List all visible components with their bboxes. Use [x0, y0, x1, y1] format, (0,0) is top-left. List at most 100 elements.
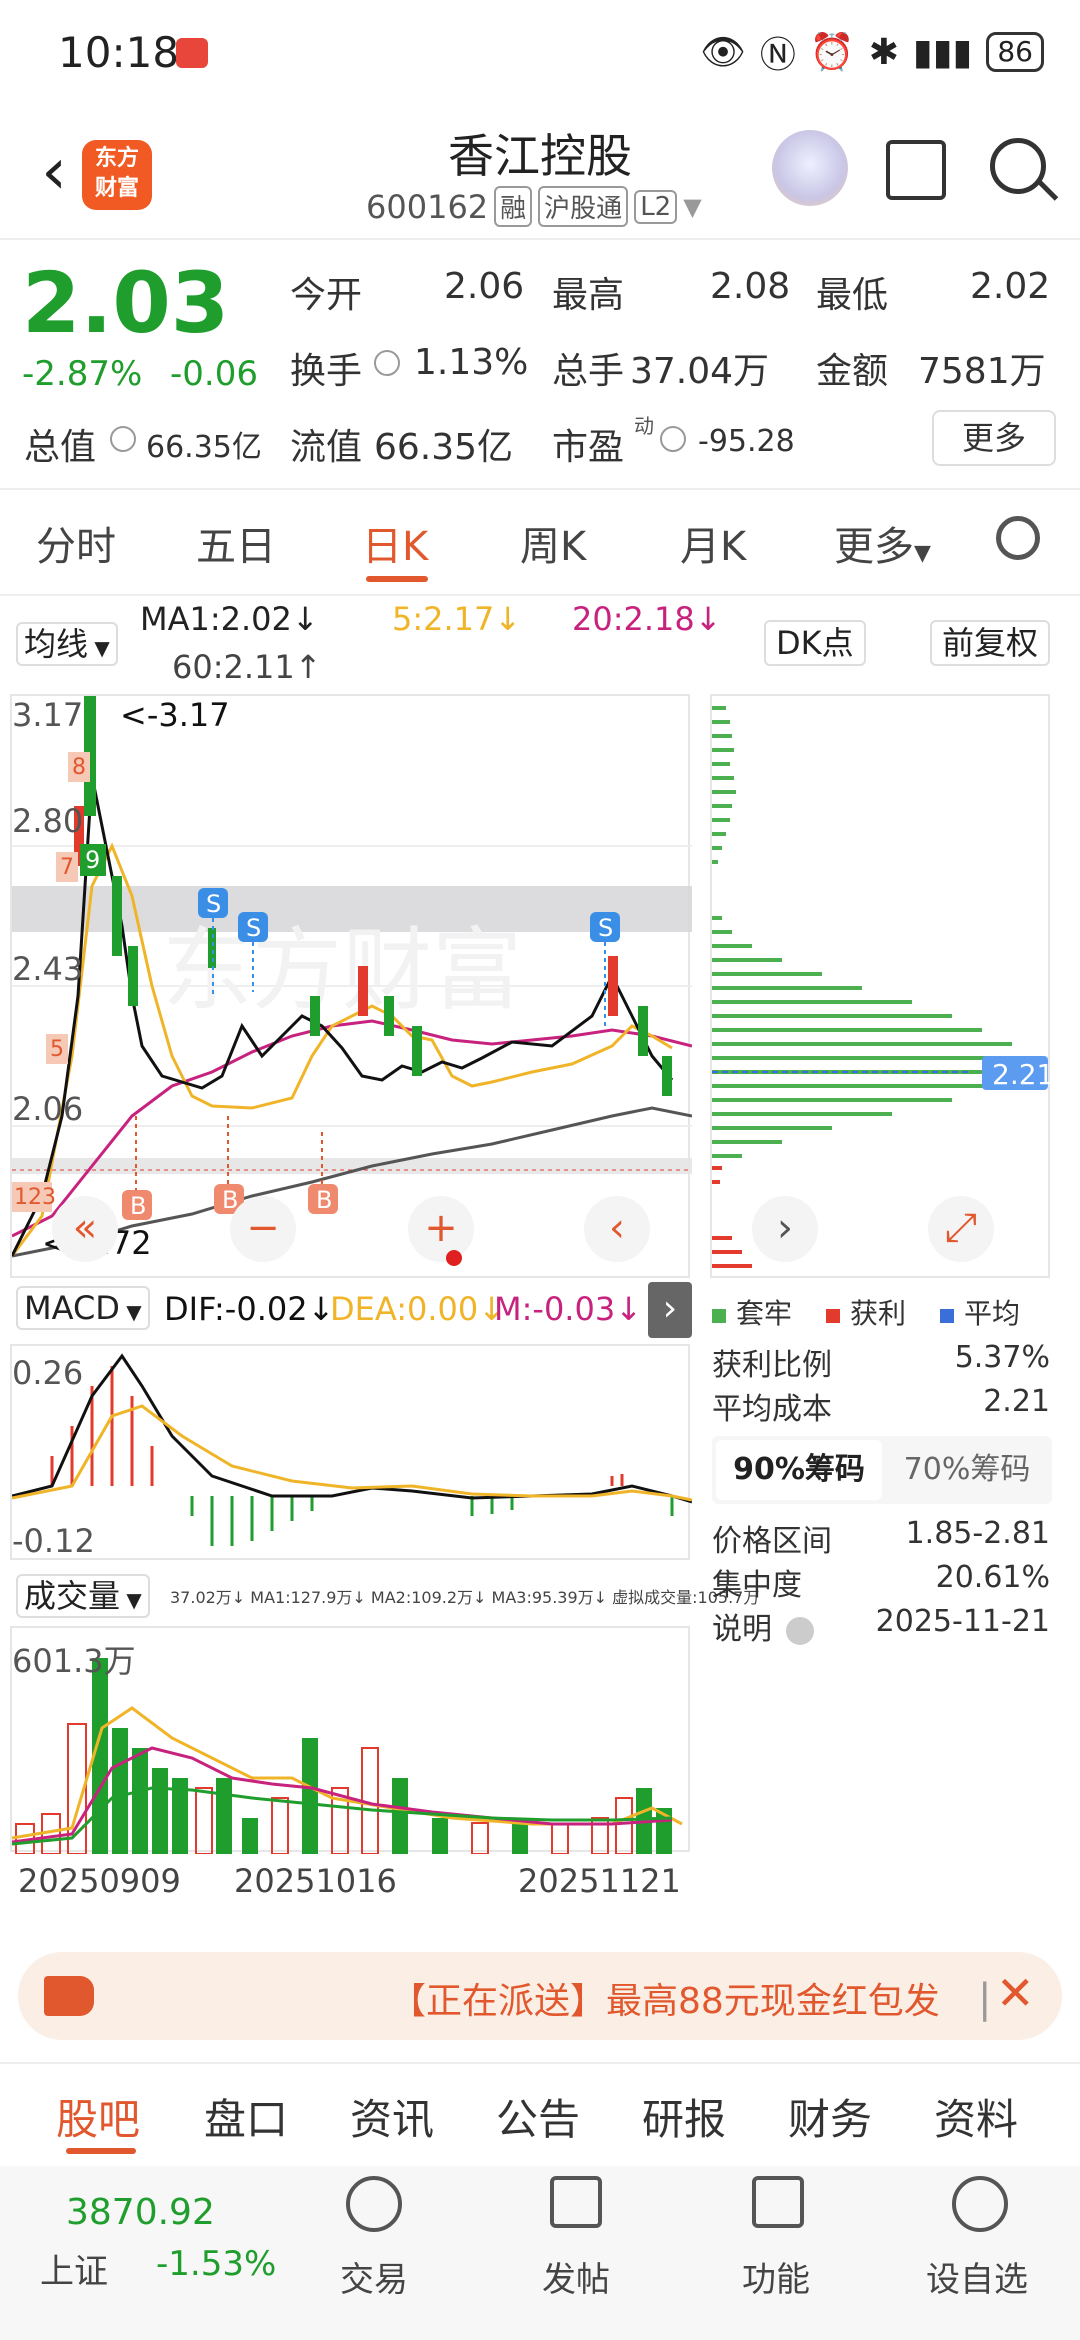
- dk-point-button[interactable]: DK点: [764, 620, 866, 666]
- add-watchlist-label[interactable]: 设自选: [926, 2252, 1028, 2301]
- tab-profile[interactable]: 资料: [934, 2086, 1018, 2147]
- share-icon[interactable]: [886, 140, 946, 200]
- low-label: 最低: [816, 275, 889, 316]
- chip-stat-value: 20.61%: [935, 1560, 1050, 1595]
- caret-down-icon: ▼: [88, 636, 110, 660]
- battery-icon: 86: [986, 32, 1044, 72]
- ma20-value: 20:2.18↓: [572, 600, 722, 638]
- high-mark: <-3.17: [120, 696, 230, 734]
- ma-selector[interactable]: 均线 ▼: [16, 622, 118, 666]
- tabs-divider: [0, 594, 1080, 596]
- change-percent: -2.87%: [22, 354, 143, 394]
- tab-chip-70[interactable]: 70%筹码: [884, 1440, 1050, 1500]
- chevron-down-icon[interactable]: ▼: [683, 193, 701, 221]
- grid-icon[interactable]: [752, 2176, 804, 2228]
- quote-divider: [0, 488, 1080, 490]
- volume-panel[interactable]: 601.3万: [10, 1626, 690, 1855]
- more-quote-button[interactable]: 更多: [932, 410, 1056, 466]
- high-value: 2.08: [710, 266, 791, 307]
- tab-announcement[interactable]: 公告: [496, 2086, 580, 2147]
- chip-stat-value: 5.37%: [954, 1340, 1050, 1375]
- caret-down-icon: ▼: [120, 1588, 142, 1612]
- expand-icon[interactable]: ⤢: [928, 1196, 994, 1262]
- index-change[interactable]: -1.53%: [156, 2244, 276, 2284]
- macd-panel[interactable]: 0.26 -0.12: [10, 1344, 693, 1560]
- active-bottom-tab-underline: [66, 2148, 136, 2154]
- chip-stat-row: 获利比例 5.37%: [712, 1340, 1050, 1384]
- turnover-label: 换手: [290, 351, 363, 392]
- caret-down-icon: ▼: [119, 1300, 142, 1324]
- current-price: 2.03: [22, 254, 230, 352]
- info-icon[interactable]: [374, 350, 400, 376]
- tab-news[interactable]: 资讯: [350, 2086, 434, 2147]
- tab-finance[interactable]: 财务: [788, 2086, 872, 2147]
- kline-panel[interactable]: 东方财富 S S S B B B 9 8 7 5 123 3.17 2.80 2…: [10, 694, 693, 1278]
- scroll-right-button[interactable]: ›: [752, 1196, 818, 1262]
- legend-label: 平均: [964, 1297, 1021, 1330]
- chip-stat-label: 集中度: [712, 1568, 802, 1603]
- close-icon[interactable]: ✕: [996, 1966, 1035, 2020]
- index-value[interactable]: 3870.92: [66, 2192, 215, 2233]
- tab-weekly-k[interactable]: 周K: [520, 514, 586, 572]
- mktcap-label: 总值: [24, 427, 97, 468]
- search-icon[interactable]: [990, 138, 1046, 194]
- zoom-out-button[interactable]: −: [230, 1196, 296, 1262]
- tab-chip-90[interactable]: 90%筹码: [716, 1440, 882, 1500]
- tab-five-day[interactable]: 五日: [196, 514, 276, 572]
- tab-pankou[interactable]: 盘口: [204, 2086, 288, 2147]
- dea-value: DEA:0.00↓: [330, 1290, 506, 1328]
- collapse-arrow-icon[interactable]: ›: [648, 1282, 692, 1338]
- tag-level2: L2: [634, 189, 678, 224]
- trade-label[interactable]: 交易: [340, 2252, 408, 2301]
- more-icon[interactable]: [952, 2176, 1008, 2232]
- sell-mark: S: [598, 914, 613, 942]
- function-label[interactable]: 功能: [742, 2252, 810, 2301]
- scroll-left-button[interactable]: ‹: [584, 1196, 650, 1262]
- edit-icon[interactable]: [550, 2176, 602, 2228]
- chip-stat-value: 2.21: [983, 1384, 1050, 1419]
- tab-guba[interactable]: 股吧: [56, 2086, 140, 2147]
- divider-bar: |: [978, 1976, 992, 2022]
- m-value: M:-0.03↓: [494, 1290, 642, 1328]
- tab-monthly-k[interactable]: 月K: [680, 514, 746, 572]
- ma1-value: MA1:2.02↓: [140, 600, 319, 638]
- status-time: 10:18: [58, 28, 180, 77]
- megaphone-icon: [44, 1976, 94, 2016]
- tag-connect: 沪股通: [538, 186, 629, 227]
- ma-selector-label: 均线: [24, 625, 89, 663]
- macd-chart: [11, 1353, 693, 1546]
- tab-intraday[interactable]: 分时: [36, 514, 116, 572]
- date-label: 20251121: [518, 1862, 681, 1900]
- chip-panel[interactable]: 2.21 › ⤢: [710, 694, 1054, 1278]
- macd-selector[interactable]: MACD ▼: [16, 1286, 150, 1330]
- gear-icon[interactable]: [996, 516, 1040, 560]
- post-label[interactable]: 发帖: [542, 2252, 610, 2301]
- amount-value: 7581万: [918, 351, 1046, 392]
- tab-research[interactable]: 研报: [642, 2086, 726, 2147]
- open-value: 2.06: [444, 266, 525, 307]
- tab-more-label: 更多: [834, 524, 914, 570]
- rewind-icon[interactable]: «: [52, 1196, 118, 1262]
- volume-selector[interactable]: 成交量 ▼: [16, 1574, 150, 1618]
- chip-stat-value: 1.85-2.81: [905, 1516, 1050, 1551]
- red-dot: [446, 1250, 462, 1266]
- info-icon[interactable]: [110, 426, 136, 452]
- chip-price-mark: 2.21: [992, 1058, 1055, 1091]
- index-name[interactable]: 上证: [40, 2244, 108, 2293]
- promo-text[interactable]: 【正在派送】最高88元现金红包发: [390, 1972, 940, 2024]
- tab-more[interactable]: 更多▼: [834, 514, 931, 572]
- trade-icon[interactable]: [346, 2176, 402, 2232]
- adjust-button[interactable]: 前复权: [930, 620, 1051, 666]
- legend-label: 套牢: [736, 1297, 793, 1330]
- volume-y-top: 601.3万: [12, 1642, 136, 1680]
- high-label: 最高: [552, 275, 625, 316]
- info-icon[interactable]: [660, 426, 686, 452]
- tab-daily-k[interactable]: 日K: [362, 514, 428, 572]
- float-value: 66.35亿: [374, 427, 514, 468]
- volume-selector-label: 成交量: [24, 1577, 121, 1615]
- info-icon[interactable]: [786, 1616, 814, 1645]
- status-icons: 👁 Ⓝ ⏰ ✱ ▮▮▮ 86: [700, 26, 1044, 78]
- float-label: 流值: [290, 427, 363, 468]
- assistant-robot-icon[interactable]: [772, 130, 848, 206]
- zoom-in-button[interactable]: +: [408, 1196, 474, 1262]
